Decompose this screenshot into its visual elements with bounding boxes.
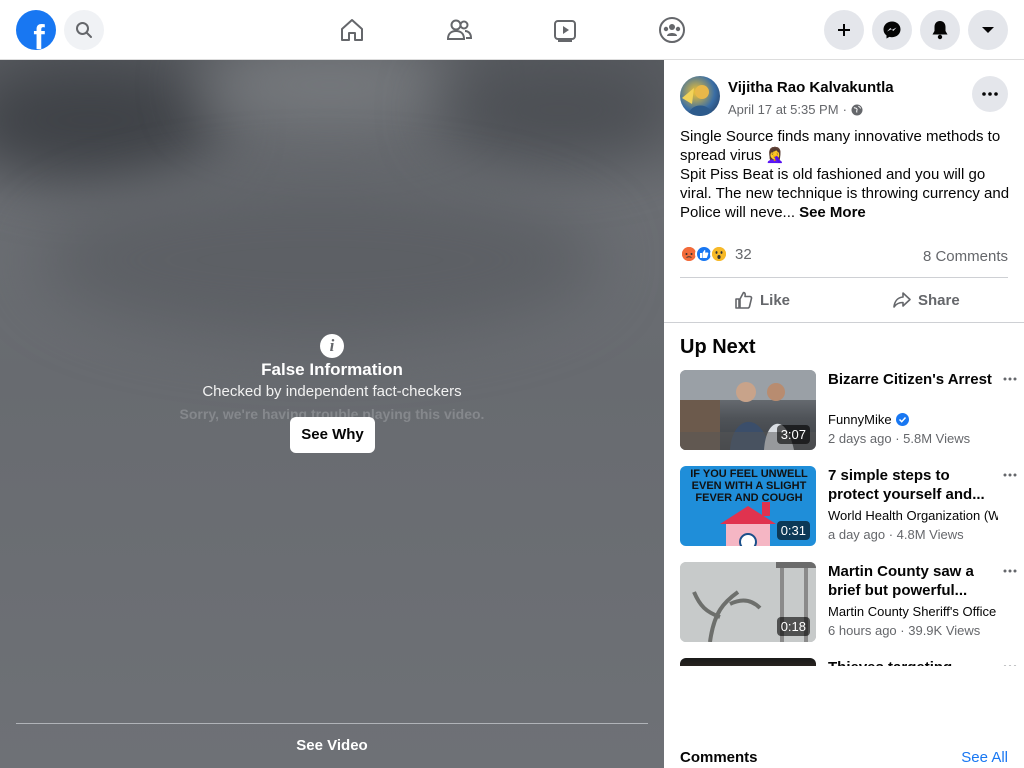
chevron-down-icon <box>982 27 994 33</box>
video-age: a day ago <box>828 527 886 542</box>
facebook-logo[interactable]: f <box>16 10 56 50</box>
more-dots-icon <box>1003 569 1017 573</box>
up-next-item[interactable]: 3:07 Bizarre Citizen's Arrest FunnyMike … <box>680 370 1024 450</box>
video-title[interactable]: Martin County saw a brief but powerful..… <box>828 562 998 600</box>
video-thumbnail[interactable]: IF YOU FEEL UNWELL EVEN WITH A SLIGHT FE… <box>680 466 816 546</box>
friends-icon <box>446 19 473 40</box>
list-scroll-mask <box>664 666 1024 746</box>
channel-name: FunnyMike <box>828 412 892 427</box>
comments-heading: Comments <box>680 749 758 766</box>
video-options-button[interactable] <box>1000 468 1020 482</box>
author-avatar[interactable] <box>680 76 720 116</box>
video-blur-shape <box>0 60 220 180</box>
like-label: Like <box>760 291 791 309</box>
video-duration: 0:18 <box>776 617 810 636</box>
up-next-item[interactable]: IF YOU FEEL UNWELL EVEN WITH A SLIGHT FE… <box>680 466 1024 546</box>
divider <box>664 322 1024 323</box>
share-icon <box>893 292 911 308</box>
top-navigation-bar: f <box>0 0 1024 60</box>
avatar-image <box>682 85 714 116</box>
notifications-button[interactable] <box>920 10 960 50</box>
video-player[interactable]: i False Information Checked by independe… <box>0 60 664 768</box>
video-title[interactable]: 7 simple steps to protect yourself and..… <box>828 466 998 504</box>
video-duration: 0:31 <box>776 521 810 540</box>
channel-name: Martin County Sheriff's Office <box>828 604 997 619</box>
like-button[interactable]: Like <box>734 288 790 312</box>
video-options-button[interactable] <box>1000 564 1020 578</box>
separator-dot: · <box>842 102 847 117</box>
video-duration: 3:07 <box>776 425 810 444</box>
watch-icon <box>554 20 576 42</box>
channel-name: World Health Organization (WHO) <box>828 508 998 523</box>
info-icon: i <box>320 334 344 358</box>
thumbs-up-icon <box>735 291 753 309</box>
reactions-summary[interactable]: 32 <box>680 245 752 263</box>
up-next-item[interactable]: 0:18 Martin County saw a brief but power… <box>680 562 1024 642</box>
video-channel[interactable]: World Health Organization (WHO) <box>828 508 998 523</box>
video-views: 5.8M Views <box>903 431 971 446</box>
account-menu-button[interactable] <box>968 10 1008 50</box>
see-why-button[interactable]: See Why <box>290 417 375 453</box>
groups-icon <box>659 17 685 43</box>
more-dots-icon <box>1003 377 1017 381</box>
more-dots-icon <box>982 92 998 96</box>
search-icon <box>76 22 92 38</box>
search-button[interactable] <box>64 10 104 50</box>
plus-icon <box>838 24 850 36</box>
fact-check-title: False Information <box>261 360 403 379</box>
see-more-link[interactable]: See More <box>799 204 866 221</box>
video-blur-shape <box>40 180 600 340</box>
up-next-heading: Up Next <box>680 336 756 358</box>
share-button[interactable]: Share <box>892 288 960 312</box>
globe-icon <box>851 104 863 115</box>
video-options-button[interactable] <box>1000 372 1020 386</box>
video-meta: a day ago · 4.8M Views <box>828 527 964 542</box>
reaction-count: 32 <box>735 245 752 263</box>
more-dots-icon <box>1003 473 1017 477</box>
post-options-button[interactable] <box>972 76 1008 112</box>
home-icon <box>341 19 363 41</box>
video-channel[interactable]: Martin County Sheriff's Office <box>828 604 998 619</box>
video-channel[interactable]: FunnyMike <box>828 412 998 427</box>
video-blur-shape <box>440 60 664 160</box>
video-blur-shape <box>200 60 460 130</box>
post-text-line: Single Source finds many innovative meth… <box>680 128 1001 164</box>
comments-count-link[interactable]: 8 Comments <box>923 248 1008 265</box>
fact-check-subtitle: Checked by independent fact-checkers <box>202 383 462 400</box>
post-timestamp: April 17 at 5:35 PM · <box>728 102 863 117</box>
video-meta: 6 hours ago · 39.9K Views <box>828 623 981 638</box>
nav-groups[interactable] <box>654 12 690 48</box>
video-views: 4.8M Views <box>896 527 964 542</box>
post-text: Single Source finds many innovative meth… <box>680 127 1010 222</box>
see-all-comments-link[interactable]: See All <box>961 749 1008 766</box>
post-author-name[interactable]: Vijitha Rao Kalvakuntla <box>728 79 894 96</box>
share-label: Share <box>918 291 960 309</box>
post-text-line: Spit Piss Beat is old fashioned and you … <box>680 165 1010 222</box>
facebook-logo-letter: f <box>33 19 45 50</box>
bell-icon <box>932 21 948 40</box>
messenger-button[interactable] <box>872 10 912 50</box>
nav-watch[interactable] <box>547 12 583 48</box>
messenger-icon <box>883 21 901 39</box>
video-thumbnail[interactable]: 0:18 <box>680 562 816 642</box>
divider <box>16 723 648 724</box>
nav-home[interactable] <box>334 12 370 48</box>
divider <box>680 277 1008 278</box>
see-video-button[interactable]: See Video <box>0 737 664 754</box>
video-meta: 2 days ago · 5.8M Views <box>828 431 971 446</box>
nav-friends[interactable] <box>441 12 477 48</box>
video-thumbnail[interactable]: 3:07 <box>680 370 816 450</box>
wow-reaction-icon <box>710 245 728 263</box>
verified-badge-icon <box>895 413 909 426</box>
video-age: 2 days ago <box>828 431 892 446</box>
video-age: 6 hours ago <box>828 623 897 638</box>
post-side-panel: Vijitha Rao Kalvakuntla April 17 at 5:35… <box>664 60 1024 768</box>
video-title[interactable]: Bizarre Citizen's Arrest <box>828 370 998 389</box>
create-button[interactable] <box>824 10 864 50</box>
post-time-text[interactable]: April 17 at 5:35 PM <box>728 102 839 117</box>
video-views: 39.9K Views <box>908 623 981 638</box>
